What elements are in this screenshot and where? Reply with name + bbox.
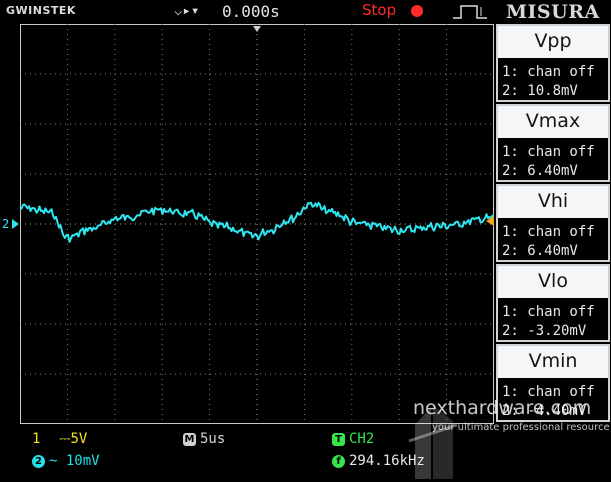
dc-coupling-icon: ⎓ xyxy=(50,431,71,447)
ac-coupling-icon: ~ xyxy=(49,453,66,469)
brand-logo: GWINSTEK xyxy=(6,4,76,17)
measurement-ch1-value: 1: chan off xyxy=(502,64,595,80)
measurement-title: Vmin xyxy=(528,350,578,372)
ch1-scale: 5V xyxy=(70,431,88,447)
run-state-label[interactable]: Stop xyxy=(362,1,396,19)
channel-2-ground-marker[interactable]: 2 xyxy=(0,216,20,232)
ch1-scale-readout[interactable]: 1 ⎓5V xyxy=(32,431,87,447)
ch2-badge: 2 xyxy=(32,455,45,468)
measurement-vmax[interactable]: Vmax 1: chan off 2: 6.40mV xyxy=(496,104,610,182)
measurement-ch1-value: 1: chan off xyxy=(502,304,595,320)
measurement-ch2-value: 2: 6.40mV xyxy=(502,163,578,179)
ch1-badge: 1 xyxy=(32,431,41,447)
measurement-vlo[interactable]: Vlo 1: chan off 2: -3.20mV xyxy=(496,264,610,342)
measurement-vhi[interactable]: Vhi 1: chan off 2: 6.40mV xyxy=(496,184,610,262)
measurement-ch1-value: 1: chan off xyxy=(502,224,595,240)
stop-icon[interactable] xyxy=(411,5,423,17)
trigger-level-marker xyxy=(486,216,494,226)
timebase-readout[interactable]: M 5us xyxy=(183,431,225,447)
frequency-badge: f xyxy=(332,455,345,468)
trigger-select-icon[interactable]: ⌵▸▾ xyxy=(174,3,199,19)
measurement-ch1-value: 1: chan off xyxy=(502,144,595,160)
measurement-ch2-value: 2: 6.40mV xyxy=(502,243,578,259)
measurement-title: Vmax xyxy=(525,110,581,132)
measurement-title: Vlo xyxy=(538,270,568,292)
mode-label: MISURA xyxy=(506,1,600,23)
rising-edge-icon xyxy=(453,5,487,19)
measurement-vpp[interactable]: Vpp 1: chan off 2: 10.8mV xyxy=(496,24,610,102)
trigger-badge: T xyxy=(332,433,345,446)
timebase-value: 5us xyxy=(200,431,226,447)
ch2-scale: 10mV xyxy=(65,453,100,469)
watermark-tagline: your ultimate professional resource xyxy=(432,422,610,433)
site-watermark: nexthardware.com your ultimate professio… xyxy=(365,395,611,482)
measurement-ch2-value: 2: -3.20mV xyxy=(502,323,587,339)
measurement-panel: Vpp 1: chan off 2: 10.8mV Vmax 1: chan o… xyxy=(496,24,610,428)
graticule xyxy=(20,24,494,424)
ch2-scale-readout[interactable]: 2 ~ 10mV xyxy=(32,453,100,469)
timebase-badge: M xyxy=(183,433,196,446)
watermark-site-name: nexthardware.com xyxy=(413,397,592,419)
top-status-bar: GWINSTEK ⌵▸▾ 0.000s Stop MISURA xyxy=(0,0,611,23)
trigger-time: 0.000s xyxy=(222,2,280,21)
measurement-title: Vhi xyxy=(537,190,569,212)
measurement-ch2-value: 2: 10.8mV xyxy=(502,83,578,99)
channel-2-marker-label: 2 xyxy=(2,217,9,231)
waveform-display[interactable] xyxy=(20,24,494,424)
measurement-title: Vpp xyxy=(534,30,572,52)
